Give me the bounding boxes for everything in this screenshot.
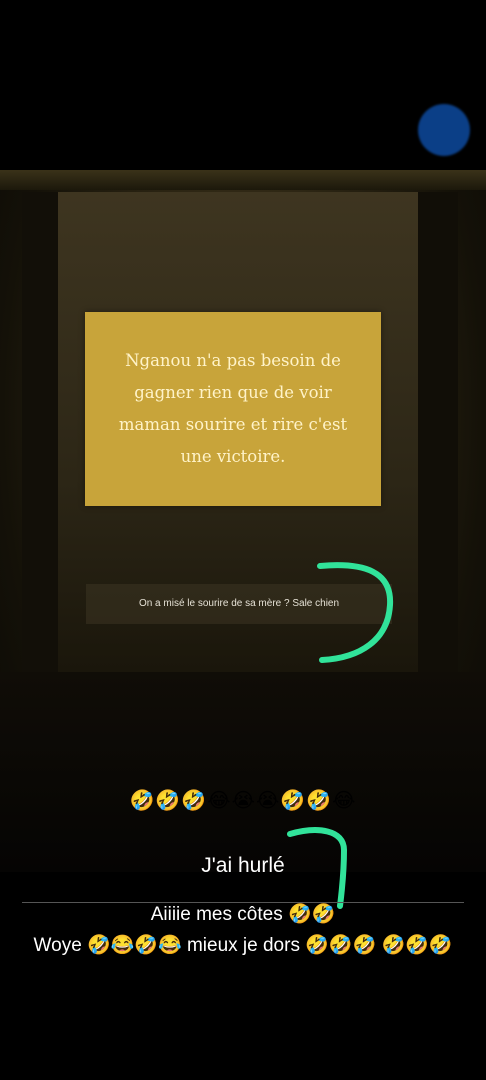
emoji-row: 🤣🤣🤣😂😭😭🤣🤣😂 [129,788,357,812]
photo-lower-area [0,672,486,872]
caption-line-1: J'ai hurlé [201,854,285,877]
caption-line-3: Woye 🤣😂🤣😂 mieux je dors 🤣🤣🤣 🤣🤣🤣 [33,935,453,956]
photo-background [0,170,486,872]
caption-line-2: Aiiiie mes côtes 🤣🤣 [150,904,336,925]
story-screen: Nganou n'a pas besoin de gagner rien que… [0,0,486,1080]
door-frame-left [22,192,58,672]
photo-top-bar [0,170,486,190]
door-frame-right [418,192,458,672]
comment-text: On a misé le sourire de sa mère ? Sale c… [138,598,340,609]
quote-card: Nganou n'a pas besoin de gagner rien que… [85,312,381,506]
comment-box: On a misé le sourire de sa mère ? Sale c… [86,584,392,624]
quote-text: Nganou n'a pas besoin de gagner rien que… [118,351,348,466]
blue-indicator-dot [418,104,470,156]
